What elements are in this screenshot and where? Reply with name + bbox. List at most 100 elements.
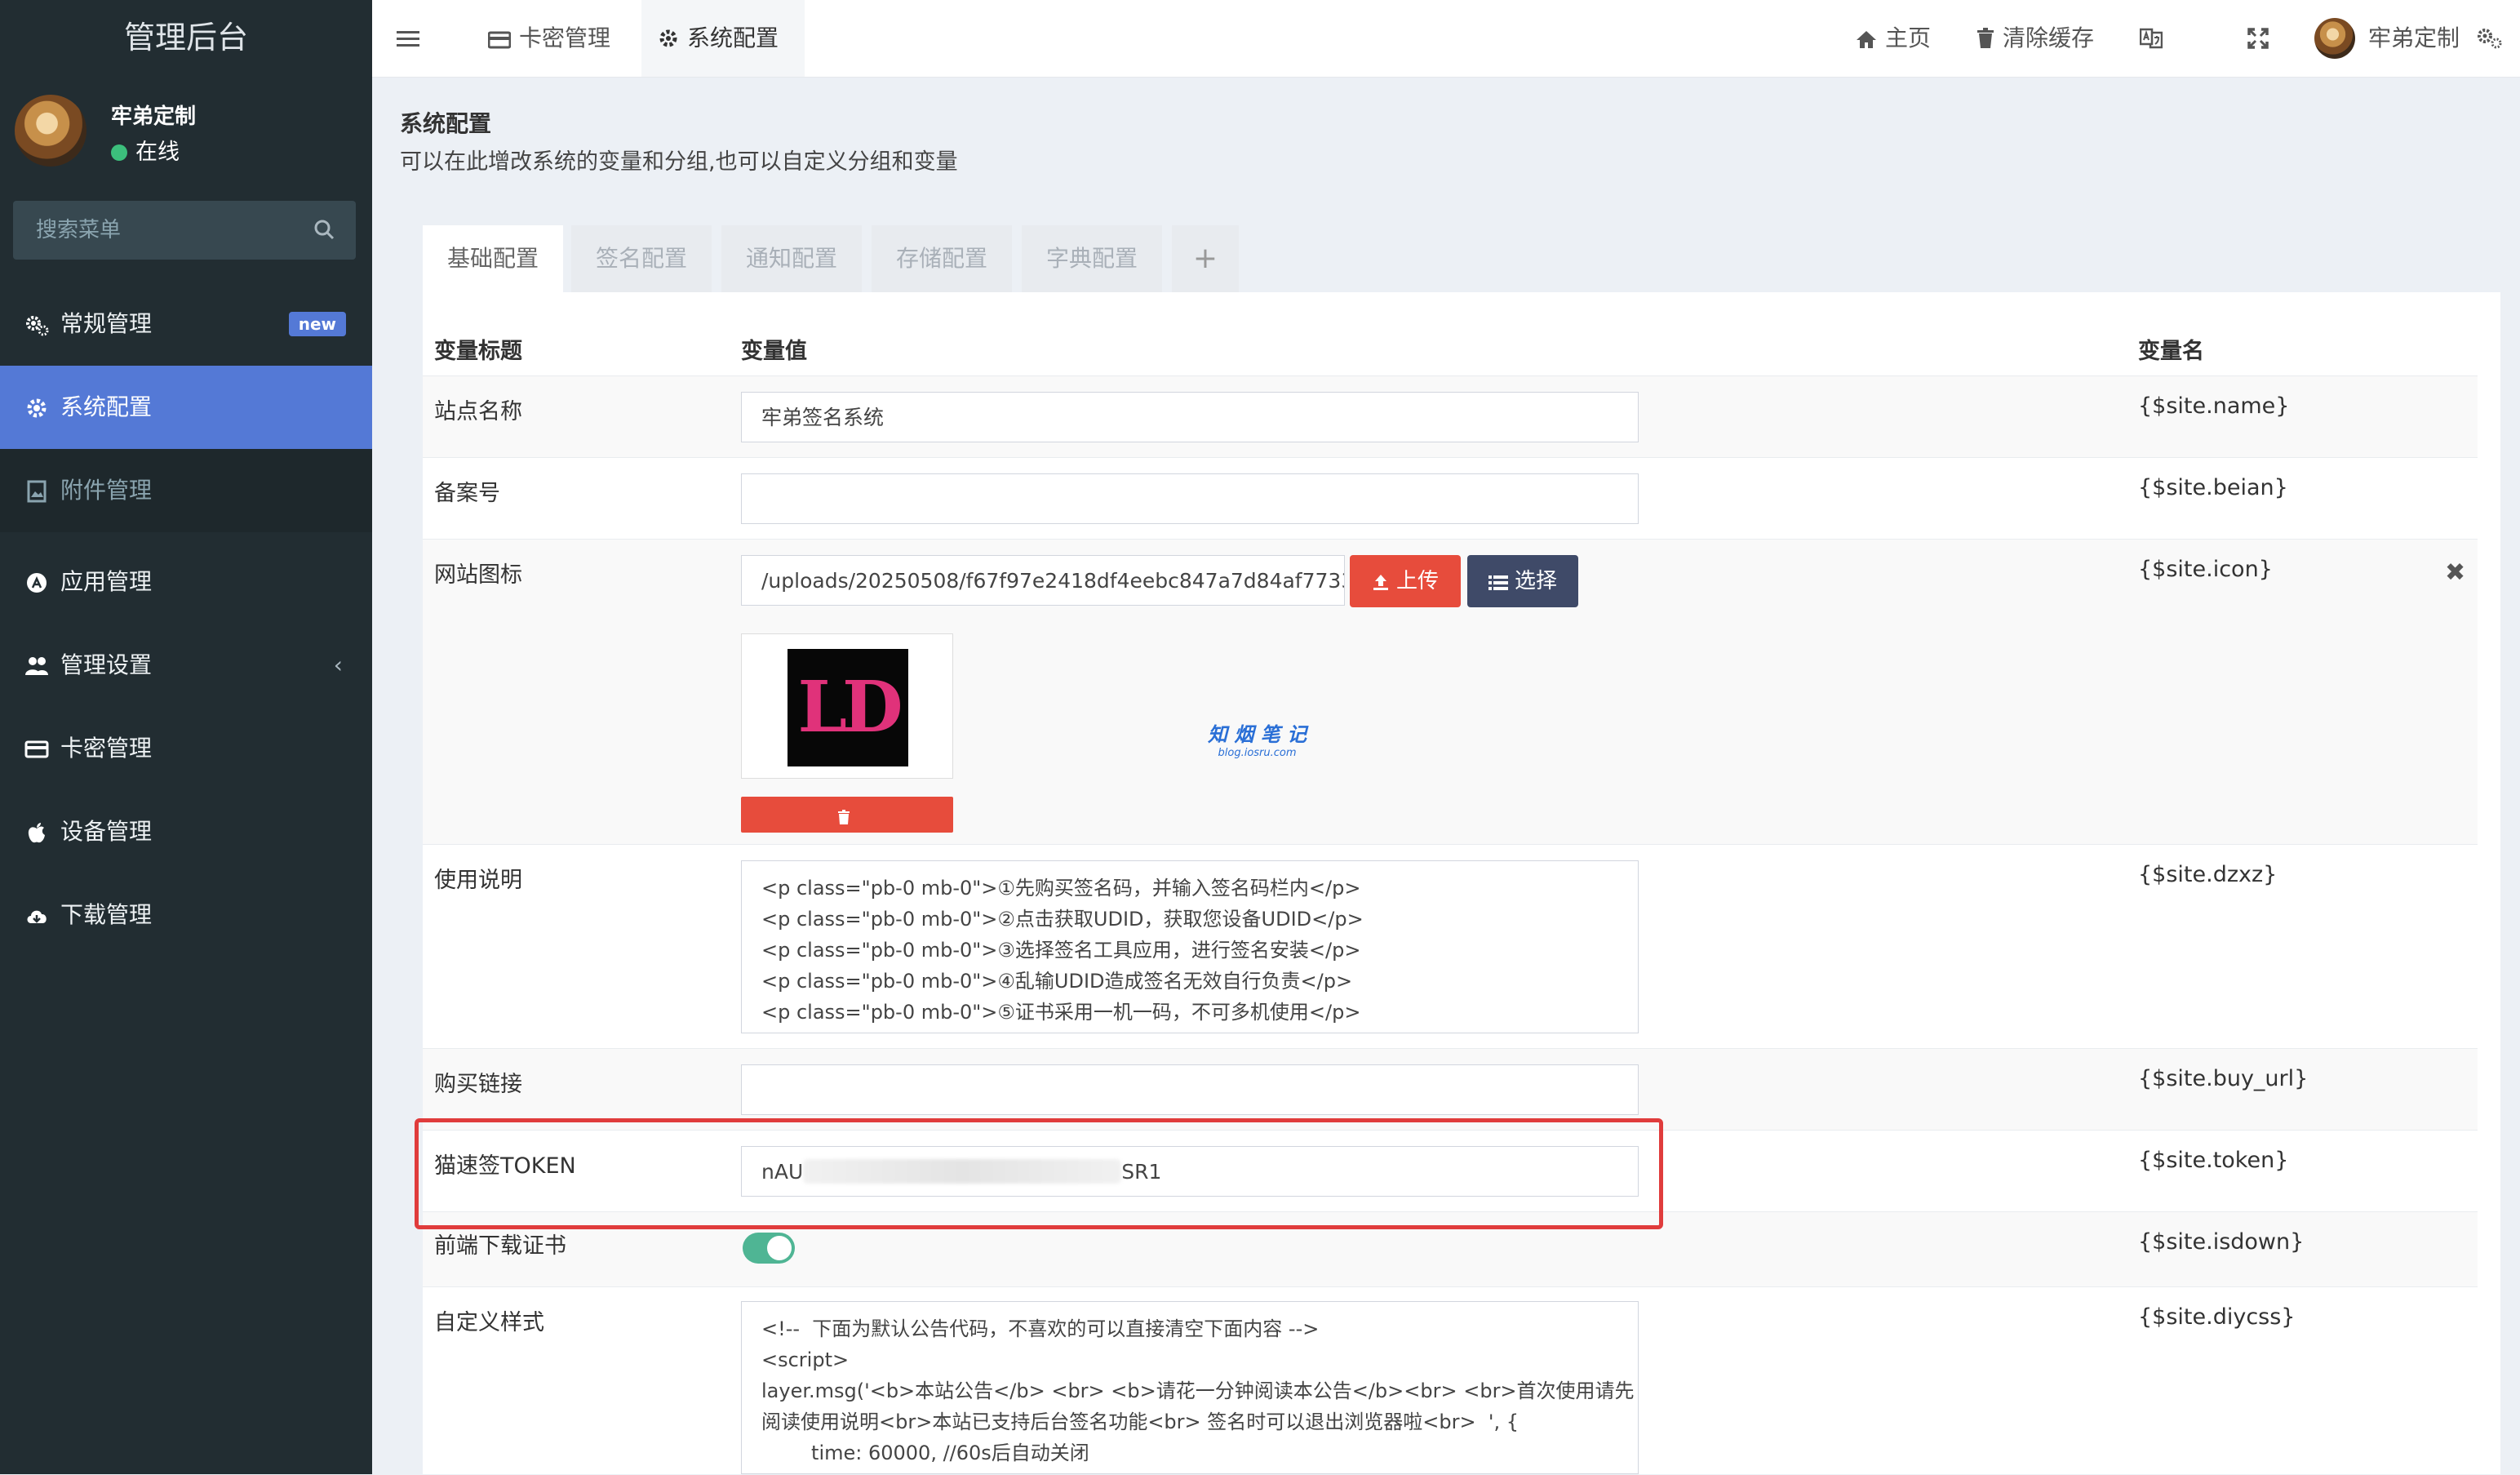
cloud-download-icon	[27, 910, 47, 923]
user-menu-name: 牢弟定制	[2368, 24, 2460, 51]
upload-icon	[1373, 575, 1388, 590]
tab-dict-config[interactable]: 字典配置	[1022, 225, 1162, 292]
sidebar-item-label: 设备管理	[60, 818, 153, 845]
variable-name: {$site.icon}	[2138, 557, 2273, 582]
choose-label: 选择	[1514, 569, 1557, 593]
tab-notify-config[interactable]: 通知配置	[721, 225, 862, 292]
column-header-name: 变量名	[2138, 339, 2204, 364]
tab-basic-config[interactable]: 基础配置	[423, 225, 563, 292]
toggle-knob	[767, 1236, 792, 1260]
cogs-icon	[2478, 29, 2502, 49]
tab-system-config[interactable]: 系统配置	[641, 0, 805, 77]
status-text: 在线	[135, 140, 180, 165]
panel-heading: 系统配置 可以在此增改系统的变量和分组,也可以自定义分组和变量	[400, 106, 2505, 175]
row-label: 站点名称	[434, 399, 522, 424]
beian-input[interactable]	[741, 473, 1639, 524]
variable-name: {$site.dzxz}	[2138, 862, 2278, 887]
variable-name: {$site.diycss}	[2138, 1304, 2296, 1330]
sidebar-item-label: 卡密管理	[60, 735, 153, 762]
control-sidebar-toggle[interactable]	[2476, 0, 2510, 77]
usage-instructions-textarea[interactable]: <p class="pb-0 mb-0">①先购买签名码，并输入签名码栏内</p…	[741, 860, 1639, 1033]
variable-name: {$site.name}	[2138, 393, 2290, 419]
sidebar-menu: 常规管理 new 系统配置 附件管理 应用管理 管理设置 ‹ 卡密管理 设备管理	[0, 282, 372, 957]
sidebar-item-apps[interactable]: 应用管理	[0, 540, 372, 624]
sidebar-item-downloads[interactable]: 下载管理	[0, 873, 372, 957]
app-store-icon	[27, 573, 47, 593]
variable-name: {$site.isdown}	[2138, 1229, 2305, 1255]
icon-preview-thumbnail[interactable]: LD	[741, 633, 953, 779]
clear-cache-button[interactable]: 清除缓存	[1977, 0, 2094, 77]
column-header-value: 变量值	[741, 339, 807, 364]
home-label: 主页	[1885, 24, 1932, 51]
row-label: 网站图标	[434, 562, 522, 588]
page-description: 可以在此增改系统的变量和分组,也可以自定义分组和变量	[400, 149, 958, 175]
fullscreen-button[interactable]	[2247, 0, 2277, 77]
apple-icon	[28, 823, 45, 843]
sidebar-item-label: 下载管理	[60, 901, 153, 928]
sidebar-user-status: 在线	[111, 134, 180, 166]
download-cert-toggle[interactable]	[743, 1233, 795, 1264]
tab-storage-config[interactable]: 存储配置	[872, 225, 1012, 292]
site-icon-path-input[interactable]: /uploads/20250508/f67f97e2418df4eebc847a…	[741, 555, 1345, 606]
column-header-title: 变量标题	[434, 339, 522, 364]
add-tab-button[interactable]: +	[1172, 225, 1239, 292]
sidebar-item-system-config[interactable]: 系统配置	[0, 366, 372, 449]
translate-icon	[2139, 28, 2163, 49]
remove-row-icon[interactable]: ✖	[2445, 558, 2465, 587]
buy-url-input[interactable]	[741, 1064, 1639, 1115]
variable-name: {$site.buy_url}	[2138, 1066, 2309, 1091]
row-label: 自定义样式	[434, 1310, 544, 1335]
home-icon	[1857, 31, 1876, 48]
row-label: 前端下载证书	[434, 1233, 566, 1259]
sidebar-item-label: 常规管理	[60, 310, 153, 337]
row-label: 使用说明	[434, 868, 522, 893]
sidebar-item-devices[interactable]: 设备管理	[0, 790, 372, 873]
custom-style-textarea[interactable]: <!-- 下面为默认公告代码，不喜欢的可以直接清空下面内容 --> <scrip…	[741, 1301, 1639, 1474]
logo-preview: LD	[788, 649, 908, 766]
sidebar-search	[13, 201, 356, 260]
sidebar-user-name: 牢弟定制	[111, 104, 197, 129]
sidebar-search-input[interactable]	[13, 201, 313, 260]
sidebar-item-card-keys[interactable]: 卡密管理	[0, 707, 372, 790]
tab-label: 系统配置	[687, 24, 779, 51]
expand-icon	[2247, 28, 2269, 49]
credit-card-icon	[24, 740, 49, 758]
clear-cache-label: 清除缓存	[2003, 24, 2095, 51]
site-name-input[interactable]: 牢弟签名系统	[741, 392, 1639, 442]
sidebar-item-label: 系统配置	[60, 393, 153, 420]
choose-button[interactable]: 选择	[1467, 555, 1578, 607]
credit-card-icon	[487, 31, 512, 49]
sidebar-item-label: 附件管理	[60, 477, 153, 504]
translate-button[interactable]	[2139, 0, 2171, 77]
sidebar: 管理后台 牢弟定制 在线 常规管理 new 系统配置 附件管理 应用管理 管理设…	[0, 0, 372, 1474]
highlight-annotation	[415, 1118, 1663, 1229]
page-title: 系统配置	[400, 110, 492, 137]
watermark-title: 知 烟 笔 记	[1208, 723, 1307, 746]
tab-sign-config[interactable]: 签名配置	[571, 225, 712, 292]
sidebar-item-attachments[interactable]: 附件管理	[0, 449, 372, 532]
search-icon[interactable]	[313, 219, 335, 240]
avatar	[15, 95, 87, 167]
delete-image-button[interactable]	[741, 797, 953, 833]
chevron-left-icon: ‹	[333, 651, 343, 678]
row-label: 购买链接	[434, 1072, 522, 1097]
variable-name: {$site.beian}	[2138, 475, 2288, 500]
trash-icon	[1977, 28, 1994, 48]
new-badge: new	[288, 312, 346, 336]
user-menu-button[interactable]: 牢弟定制	[2278, 0, 2460, 77]
tab-card-keys[interactable]: 卡密管理	[472, 0, 627, 77]
sidebar-logo[interactable]: 管理后台	[0, 0, 372, 75]
hamburger-toggle-button[interactable]	[397, 0, 428, 77]
home-link[interactable]: 主页	[1856, 0, 1931, 77]
cogs-icon	[26, 316, 49, 336]
upload-label: 上传	[1395, 569, 1439, 593]
trash-icon	[838, 810, 850, 824]
upload-button[interactable]: 上传	[1350, 555, 1461, 607]
image-file-icon	[27, 480, 47, 503]
sidebar-item-admin-settings[interactable]: 管理设置 ‹	[0, 624, 372, 707]
sidebar-item-general[interactable]: 常规管理 new	[0, 282, 372, 366]
top-navbar: 卡密管理 系统配置 主页 清除缓存 牢弟定制	[372, 0, 2520, 78]
sidebar-user-panel: 牢弟定制 在线	[15, 95, 357, 173]
row-label: 备案号	[434, 481, 500, 506]
avatar	[2314, 18, 2355, 59]
